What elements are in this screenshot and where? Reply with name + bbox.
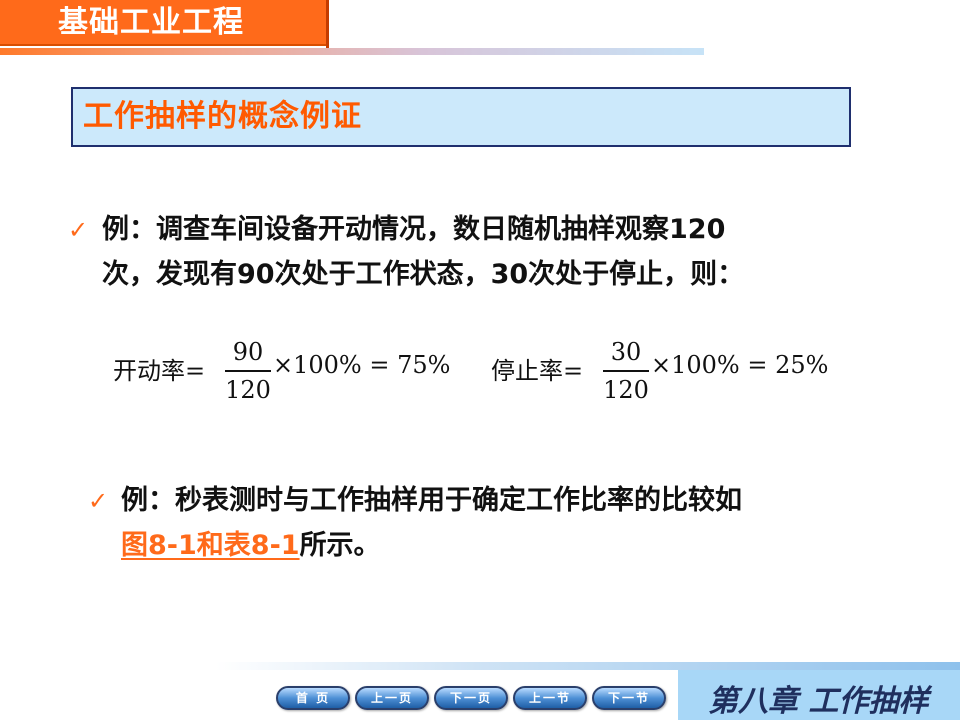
example-2-paragraph: 例：秒表测时与工作抽样用于确定工作比率的比较如 图8-1和表8-1所示。: [121, 478, 881, 568]
example-1-line-2: 次，发现有90次处于工作状态，30次处于停止，则：: [102, 259, 745, 290]
prev-page-button[interactable]: 上一页: [355, 686, 429, 710]
section-title-box: 工作抽样的概念例证: [71, 87, 851, 147]
example-2-line-1: 例：秒表测时与工作抽样用于确定工作比率的比较如: [121, 485, 742, 516]
footer-gradient-bar: [216, 662, 960, 670]
example-2-suffix: 所示。: [299, 530, 381, 561]
example-2-line-2: 图8-1和表8-1所示。: [121, 523, 881, 568]
formula-running-result: ×100% = 75%: [273, 351, 451, 379]
section-title: 工作抽样的概念例证: [83, 99, 362, 134]
fraction-bar: [603, 370, 649, 372]
checkmark-icon: ✓: [88, 487, 109, 515]
next-section-button[interactable]: 下一节: [592, 686, 666, 710]
home-button[interactable]: 首 页: [276, 686, 350, 710]
formula-running-rate: 开动率= 90 120 ×100% = 75%: [113, 333, 450, 413]
formula-idle-denominator: 120: [603, 375, 649, 404]
formula-running-label: 开动率: [113, 357, 185, 385]
course-title: 基础工业工程: [0, 0, 326, 46]
header-divider: [326, 0, 329, 48]
formula-idle-eq: =: [563, 357, 584, 385]
formula-running-eq: =: [185, 357, 206, 385]
formula-idle-label: 停止率: [491, 357, 563, 385]
figure-table-link[interactable]: 图8-1和表8-1: [121, 530, 300, 561]
example-1-line-1: 例：调查车间设备开动情况，数日随机抽样观察120: [102, 214, 726, 245]
checkmark-icon: ✓: [68, 216, 89, 244]
formula-idle-numerator: 30: [610, 338, 642, 366]
chapter-label: 第八章 工作抽样: [708, 684, 929, 719]
formula-idle-fraction: 30 120: [603, 337, 649, 405]
formula-idle-rate: 停止率= 30 120 ×100% = 25%: [491, 333, 828, 413]
fraction-bar: [225, 370, 271, 372]
formula-running-numerator: 90: [232, 338, 264, 366]
header-gradient-bar: [0, 48, 704, 55]
formula-idle-result: ×100% = 25%: [651, 351, 829, 379]
chapter-label-box: 第八章 工作抽样: [678, 670, 960, 720]
formula-running-fraction: 90 120: [225, 337, 271, 405]
next-page-button[interactable]: 下一页: [434, 686, 508, 710]
formula-running-denominator: 120: [225, 375, 271, 404]
example-1-paragraph: 例：调查车间设备开动情况，数日随机抽样观察120 次，发现有90次处于工作状态，…: [102, 207, 862, 297]
prev-section-button[interactable]: 上一节: [513, 686, 587, 710]
